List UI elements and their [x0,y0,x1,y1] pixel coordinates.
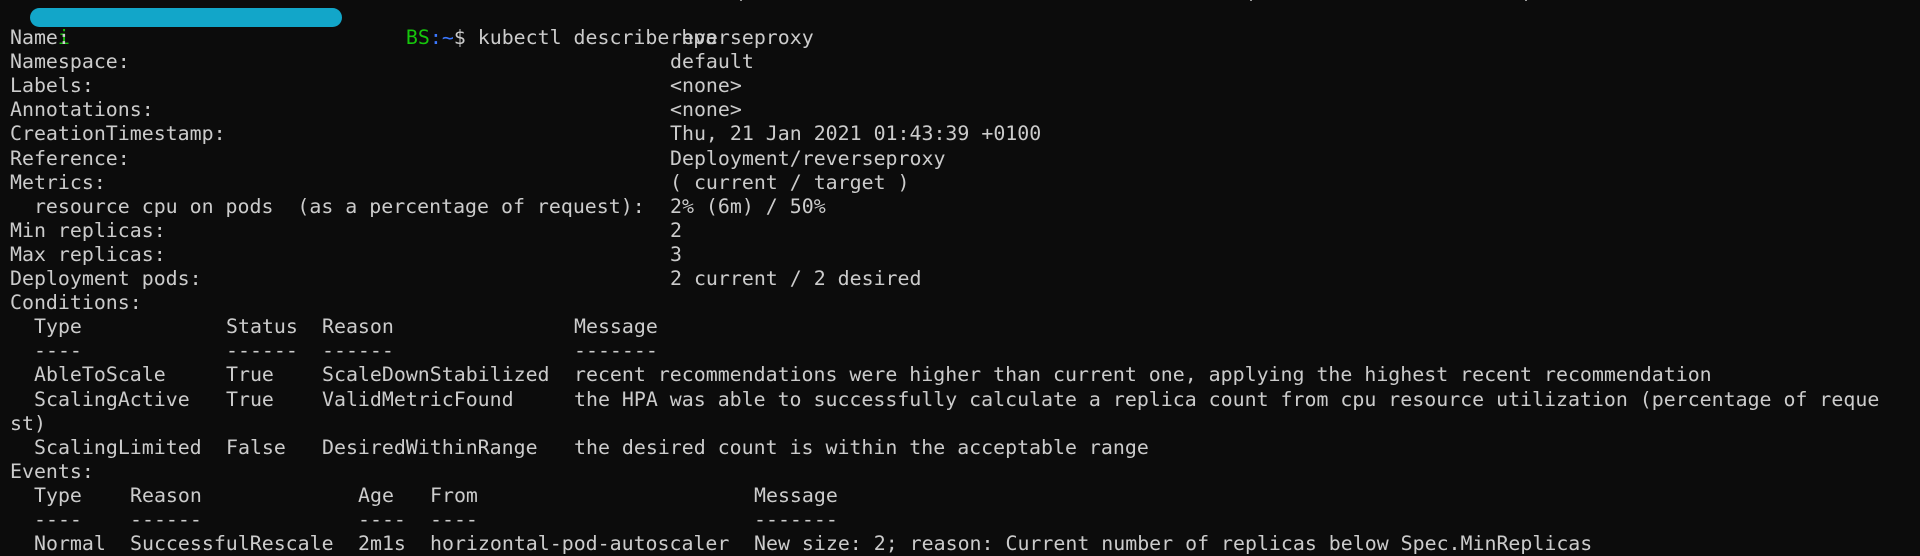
field-row: Namespace: default [10,50,1920,74]
field-value: reverseproxy [670,26,814,50]
field-key: CreationTimestamp: [10,122,226,146]
field-row: resource cpu on pods (as a percentage of… [10,195,1920,219]
field-row: Name: reverseproxy [10,26,1920,50]
conditions-header-row: Type Status Reason Message [10,315,1920,339]
underline: ------ [130,507,202,531]
scrolled-text-remnants [0,0,1920,2]
events-underline-row: ---- ------ ---- ---- ------- [10,508,1920,532]
field-key: Name: [10,26,70,50]
field-value: Thu, 21 Jan 2021 01:43:39 +0100 [670,122,1042,146]
condition-message: recent recommendations were higher than … [574,363,1712,387]
field-key: Annotations: [10,98,154,122]
field-key: Max replicas: [10,242,166,266]
condition-type: AbleToScale [34,363,166,387]
condition-type: ScalingActive [34,387,190,411]
underline: ------- [754,507,838,531]
field-value: 2 [670,218,682,242]
condition-message: the HPA was able to successfully calcula… [574,387,1880,411]
field-row: Labels: <none> [10,74,1920,98]
field-key: Deployment pods: [10,267,202,291]
conditions-header-status: Status [226,315,298,339]
events-header-age: Age [358,483,394,507]
field-value: 3 [670,242,682,266]
condition-reason: ScaleDownStabilized [322,363,550,387]
condition-status: False [226,435,286,459]
redacted-hostname-mark [30,8,342,27]
condition-reason: ValidMetricFound [322,387,514,411]
field-row: Deployment pods: 2 current / 2 desired [10,267,1920,291]
conditions-header-type: Type [34,315,82,339]
events-title: Events: [10,459,94,483]
event-age: 2m1s [358,532,406,556]
condition-message: the desired count is within the acceptab… [574,435,1149,459]
events-header-from: From [430,483,478,507]
remnant-mark [740,0,742,1]
conditions-underline-row: ---- ------ ------ ------- [10,339,1920,363]
field-value: <none> [670,74,742,98]
field-row: Metrics: ( current / target ) [10,171,1920,195]
field-key: Labels: [10,74,94,98]
event-message: New size: 2; reason: Current number of r… [754,532,1593,556]
field-key: resource cpu on pods (as a percentage of… [10,194,645,218]
field-value: ( current / target ) [670,170,910,194]
field-value: 2 current / 2 desired [670,267,922,291]
condition-reason: DesiredWithinRange [322,435,538,459]
underline: ---- [358,507,406,531]
conditions-header-reason: Reason [322,315,394,339]
condition-status: True [226,387,274,411]
remnant-mark [1250,0,1252,1]
event-row: Normal SuccessfulRescale 2m1s horizontal… [10,532,1920,556]
condition-row: ScalingLimited False DesiredWithinRange … [10,436,1920,460]
remnant-mark [1525,0,1527,1]
conditions-header-message: Message [574,315,658,339]
underline: ---- [430,507,478,531]
underline: ------ [322,339,394,363]
condition-row: AbleToScale True ScaleDownStabilized rec… [10,363,1920,387]
field-value: 2% (6m) / 50% [670,194,826,218]
events-header-message: Message [754,483,838,507]
events-header-row: Type Reason Age From Message [10,484,1920,508]
field-row: Min replicas: 2 [10,219,1920,243]
field-value: Deployment/reverseproxy [670,146,946,170]
field-key: Namespace: [10,50,130,74]
field-row: Annotations: <none> [10,98,1920,122]
underline: ------ [226,339,298,363]
underline: ------- [574,339,658,363]
field-key: Metrics: [10,170,106,194]
terminal-window[interactable]: i BS:~$ kubectl describe hpa Name: reverse… [0,0,1920,556]
event-reason: SuccessfulRescale [130,532,334,556]
field-value: default [670,50,754,74]
conditions-title: Conditions: [10,291,142,315]
condition-row: ScalingActive True ValidMetricFound the … [10,388,1920,412]
event-from: horizontal-pod-autoscaler [430,532,730,556]
condition-type: ScalingLimited [34,435,202,459]
field-key: Reference: [10,146,130,170]
underline: ---- [34,507,82,531]
field-value: <none> [670,98,742,122]
events-header-type: Type [34,483,82,507]
event-type: Normal [34,532,106,556]
field-row: Max replicas: 3 [10,243,1920,267]
field-row: Reference: Deployment/reverseproxy [10,147,1920,171]
underline: ---- [34,339,82,363]
events-header-reason: Reason [130,483,202,507]
condition-status: True [226,363,274,387]
field-key: Min replicas: [10,218,166,242]
field-row: CreationTimestamp: Thu, 21 Jan 2021 01:43… [10,122,1920,146]
condition-wrap-continuation: st) [10,411,46,435]
